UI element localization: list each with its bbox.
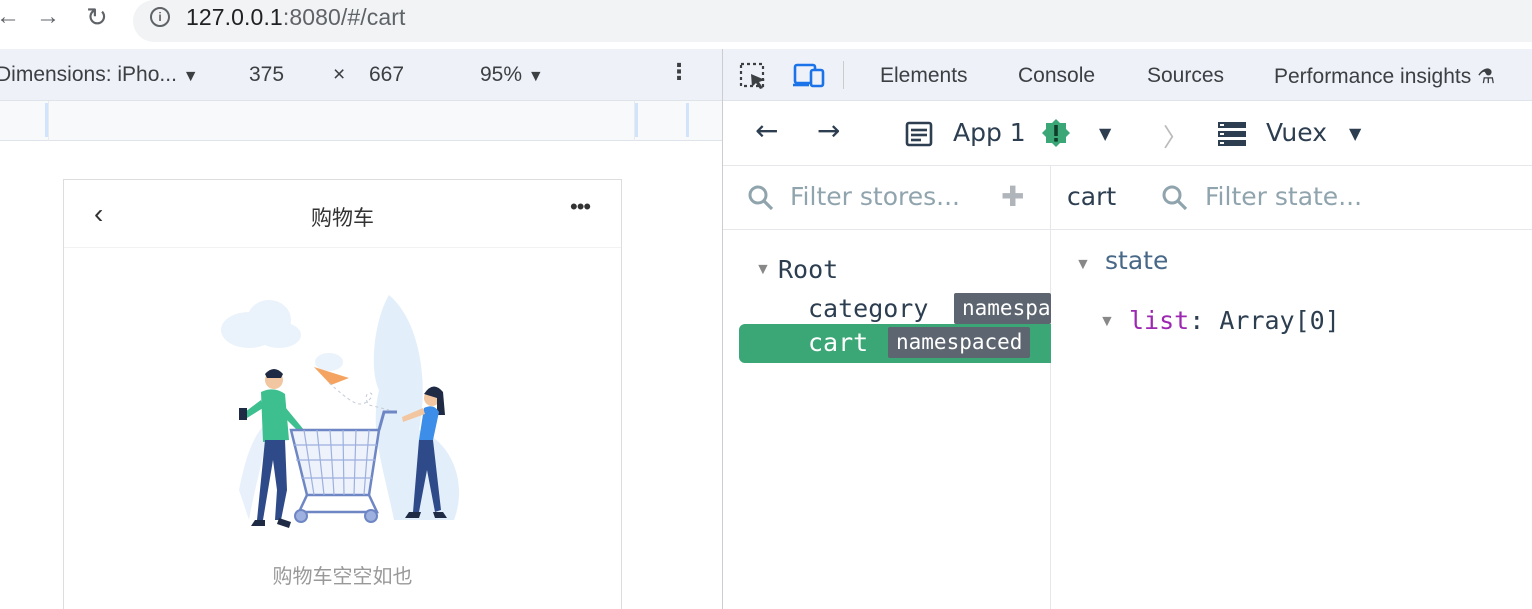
empty-cart-message: 购物车空空如也: [272, 566, 413, 588]
filter-stores-input[interactable]: Filter stores...: [790, 182, 960, 211]
back-arrow-icon[interactable]: ←: [0, 2, 20, 32]
state-colon: :: [1189, 306, 1205, 335]
app-window-icon: [905, 121, 933, 147]
page-title: 购物车: [311, 207, 374, 230]
chevron-right-icon: 〉: [1163, 123, 1189, 152]
inspect-element-icon[interactable]: [739, 62, 769, 90]
cloud-shape: [221, 300, 343, 371]
zoom-select[interactable]: 95% ▼: [480, 63, 544, 87]
tab-performance-insights-label: Performance insights: [1274, 65, 1472, 88]
more-options-icon[interactable]: ⋮: [668, 59, 690, 85]
dropdown-caret-icon: ▼: [182, 68, 199, 85]
device-toggle-icon[interactable]: [793, 62, 825, 88]
media-query-ruler: [0, 101, 722, 141]
tab-performance-insights[interactable]: Performance insights ⚗: [1274, 64, 1495, 89]
expand-caret-icon[interactable]: ▼: [755, 261, 771, 279]
devtools-panel: Elements Console Sources Performance ins…: [722, 49, 1532, 609]
tree-item-cart[interactable]: cart namespaced: [739, 324, 1051, 363]
device-height-input[interactable]: 667: [369, 63, 404, 87]
filter-state-input[interactable]: Filter state...: [1205, 182, 1362, 211]
warning-badge-icon: [1042, 119, 1070, 147]
stores-pane: Filter stores... ✚ ▼ Root category names…: [723, 166, 1051, 609]
tree-item-category[interactable]: category namespaced: [723, 290, 1051, 328]
phone-screen: ‹ 购物车 ••• 购物车空空如也: [63, 179, 622, 609]
dimension-times-label: ×: [333, 63, 346, 86]
state-key: list: [1129, 306, 1190, 335]
zoom-label: 95%: [480, 63, 523, 86]
plugin-selector-label[interactable]: Vuex: [1266, 118, 1327, 147]
tab-sources[interactable]: Sources: [1147, 64, 1224, 88]
tab-console[interactable]: Console: [1018, 64, 1095, 88]
device-dimensions-select[interactable]: Dimensions: iPho... ▼: [0, 63, 199, 87]
filter-stores-bar[interactable]: Filter stores... ✚: [723, 166, 1050, 230]
browser-toolbar: ← → ↻ i 127.0.0.1:8080/#/cart: [0, 0, 1532, 46]
url-text[interactable]: 127.0.0.1:8080/#/cart: [186, 4, 406, 31]
ruler-segment: [48, 101, 635, 141]
puzzle-piece-icon[interactable]: ✚: [1001, 180, 1024, 213]
namespaced-badge: namespaced: [888, 327, 1031, 358]
tree-item-label: cart: [808, 328, 869, 357]
device-width-input[interactable]: 375: [249, 63, 284, 87]
app-selector-label[interactable]: App 1: [953, 118, 1026, 147]
history-back-icon[interactable]: ←: [755, 114, 778, 147]
dropdown-caret-icon: ▼: [527, 68, 544, 85]
state-entry-list[interactable]: list: Array[0]: [1129, 306, 1340, 335]
url-host: 127.0.0.1: [186, 4, 283, 30]
nav-bar: ‹ 购物车 •••: [64, 180, 621, 248]
vue-devtools-nav: ← → App 1 ▼ 〉 Vuex ▼: [723, 101, 1532, 166]
app-dropdown-caret-icon[interactable]: ▼: [1099, 124, 1111, 143]
state-section-label[interactable]: state: [1105, 246, 1168, 275]
expand-caret-icon[interactable]: ▼: [1075, 256, 1091, 274]
ruler-marker: [635, 103, 638, 137]
device-toolbar: Dimensions: iPho... ▼ 375 × 667 95% ▼ ⋮: [0, 49, 722, 101]
devtools-tabbar: Elements Console Sources Performance ins…: [723, 49, 1532, 101]
tree-item-label: category: [808, 294, 929, 323]
flask-icon: ⚗: [1477, 66, 1496, 88]
tree-item-root[interactable]: ▼ Root: [723, 251, 1051, 289]
search-icon: [1162, 185, 1188, 211]
selected-store-title: cart: [1067, 182, 1117, 211]
layers-icon: [1218, 122, 1246, 146]
search-icon: [748, 185, 774, 211]
tab-elements[interactable]: Elements: [880, 64, 968, 88]
plugin-dropdown-caret-icon[interactable]: ▼: [1349, 124, 1361, 143]
state-inspector-pane: cart Filter state... ▼ state ▼ list: Arr…: [1051, 166, 1532, 609]
namespaced-badge: namespaced: [954, 293, 1051, 324]
device-dimensions-label: Dimensions: iPho...: [0, 63, 177, 86]
site-info-icon[interactable]: i: [150, 7, 170, 27]
state-header: cart Filter state...: [1051, 166, 1532, 230]
state-value: Array[0]: [1219, 306, 1340, 335]
url-path: :8080/#/cart: [282, 4, 406, 30]
device-viewport: ‹ 购物车 ••• 购物车空空如也: [0, 141, 722, 609]
expand-caret-icon[interactable]: ▼: [1099, 313, 1115, 331]
more-dots-icon[interactable]: •••: [570, 194, 591, 220]
ruler-marker: [686, 103, 689, 137]
toolbar-divider: [843, 61, 844, 89]
tree-item-label: Root: [778, 255, 839, 284]
reload-icon[interactable]: ↻: [86, 2, 108, 32]
empty-cart-illustration: [221, 295, 460, 528]
forward-arrow-icon[interactable]: →: [36, 2, 60, 32]
history-forward-icon[interactable]: →: [817, 114, 840, 147]
